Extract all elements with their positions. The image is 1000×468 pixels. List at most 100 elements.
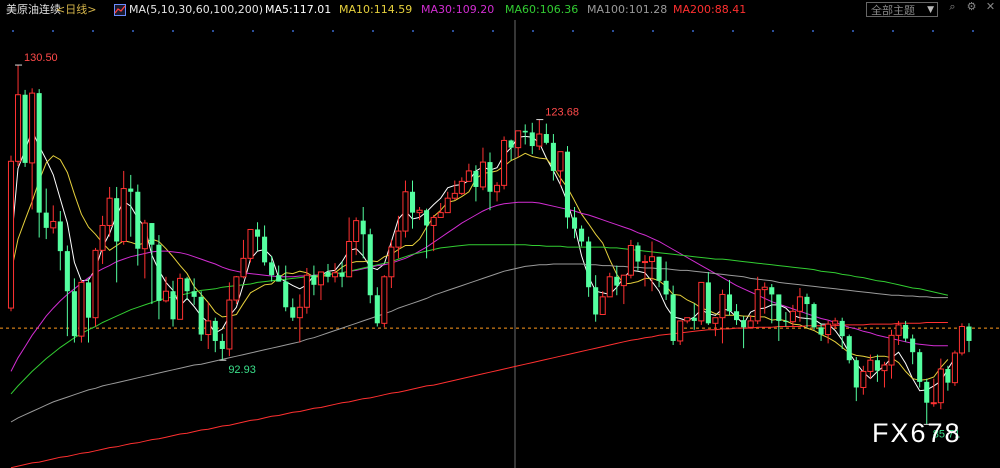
candle-body-down xyxy=(945,369,951,383)
candle xyxy=(536,119,543,151)
candle xyxy=(937,358,944,410)
candle-body-down xyxy=(839,320,845,337)
candle xyxy=(804,293,810,328)
candle-body-down xyxy=(874,360,880,371)
candle xyxy=(92,247,99,327)
candle-body-up xyxy=(501,139,508,186)
candle xyxy=(853,356,859,402)
candle-body-down xyxy=(276,275,282,282)
candle xyxy=(128,174,134,237)
grid-dot xyxy=(412,30,414,32)
close-icon[interactable]: ✕ xyxy=(984,0,997,13)
candle-body-up xyxy=(536,133,543,147)
symbol-name[interactable]: 美原油连续 xyxy=(6,0,61,20)
grid-dot xyxy=(452,30,454,32)
theme-label: 全部主题 xyxy=(871,4,915,17)
candle xyxy=(846,334,852,364)
candle xyxy=(255,222,261,252)
candle xyxy=(951,350,958,386)
candle-body-up xyxy=(719,293,726,319)
candle-body-up xyxy=(494,184,501,193)
grid-dot xyxy=(132,30,134,32)
candle xyxy=(705,271,711,325)
candle xyxy=(465,163,472,182)
candle xyxy=(627,239,634,279)
candle-body-down xyxy=(635,245,641,262)
candle xyxy=(930,378,937,407)
candle xyxy=(430,215,437,252)
candle xyxy=(515,130,522,158)
candle xyxy=(325,263,331,283)
candle-body-down xyxy=(804,296,810,305)
candle xyxy=(339,261,345,288)
candle-body-up xyxy=(346,241,353,278)
candle xyxy=(641,255,649,287)
candle xyxy=(867,354,874,379)
theme-dropdown[interactable]: 全部主题 ▼ xyxy=(866,2,938,17)
candle-body-up xyxy=(937,368,944,404)
candle-body-down xyxy=(726,294,733,312)
settings-icon[interactable]: ⚙ xyxy=(965,0,978,13)
candlestick-chart[interactable]: 130.50123.6892.9385.71 xyxy=(0,0,1000,468)
candle-body-down xyxy=(339,272,345,277)
candle-body-down xyxy=(811,304,817,328)
candle-body-up xyxy=(331,272,339,278)
candle xyxy=(162,276,170,303)
ma-indicator-icon[interactable] xyxy=(114,4,126,16)
watermark-logo: FX678 xyxy=(872,418,962,448)
candle xyxy=(811,302,817,330)
dropdown-arrow-icon: ▼ xyxy=(927,5,934,15)
candle xyxy=(290,298,296,321)
candle xyxy=(409,180,416,229)
search-icon[interactable]: ⌕ xyxy=(946,0,959,13)
candle xyxy=(395,215,402,259)
candle xyxy=(888,329,895,379)
candle-body-up xyxy=(620,274,627,287)
ma10-value: MA10:114.59 xyxy=(339,3,413,16)
candle-body-up xyxy=(789,310,796,323)
candle-body-up xyxy=(233,276,240,301)
candle-body-up xyxy=(416,209,423,214)
candle-body-down xyxy=(529,132,535,147)
candle-body-up xyxy=(825,323,832,336)
candle xyxy=(881,361,888,388)
candle-body-down xyxy=(424,210,430,226)
candle-body-down xyxy=(85,282,92,318)
candle-body-down xyxy=(853,360,859,388)
candle-body-down xyxy=(846,336,852,361)
candle xyxy=(579,225,585,247)
candle-body-up xyxy=(867,359,874,372)
candle xyxy=(635,242,641,271)
candle-body-up xyxy=(627,245,634,276)
candle xyxy=(367,228,373,304)
candle-body-up xyxy=(141,222,148,250)
candle xyxy=(479,147,486,191)
candle xyxy=(311,265,317,296)
candle-body-down xyxy=(776,294,782,321)
candle-body-down xyxy=(149,223,155,245)
candle-body-down xyxy=(691,317,697,321)
period-label[interactable]: <日线> xyxy=(56,0,96,20)
candle-body-down xyxy=(734,311,740,321)
candle-body-down xyxy=(769,287,775,295)
candle xyxy=(684,317,691,324)
candle xyxy=(240,239,247,279)
candle-body-up xyxy=(712,317,719,324)
candle-body-up xyxy=(395,230,402,248)
candle xyxy=(691,303,697,330)
grid-dot xyxy=(252,30,254,32)
candle-body-down xyxy=(156,244,162,301)
candle-body-up xyxy=(648,256,656,263)
candle-body-down xyxy=(290,307,296,318)
candle xyxy=(388,239,395,289)
candle xyxy=(910,334,916,365)
candle-body-down xyxy=(170,291,176,320)
candle xyxy=(57,211,63,271)
candle-body-up xyxy=(888,334,895,366)
candle xyxy=(451,180,458,200)
candle-body-down xyxy=(508,140,514,148)
candle-body-down xyxy=(522,130,528,133)
candle-body-down xyxy=(614,276,620,286)
candle-body-down xyxy=(543,134,549,143)
candle-body-up xyxy=(317,271,324,286)
